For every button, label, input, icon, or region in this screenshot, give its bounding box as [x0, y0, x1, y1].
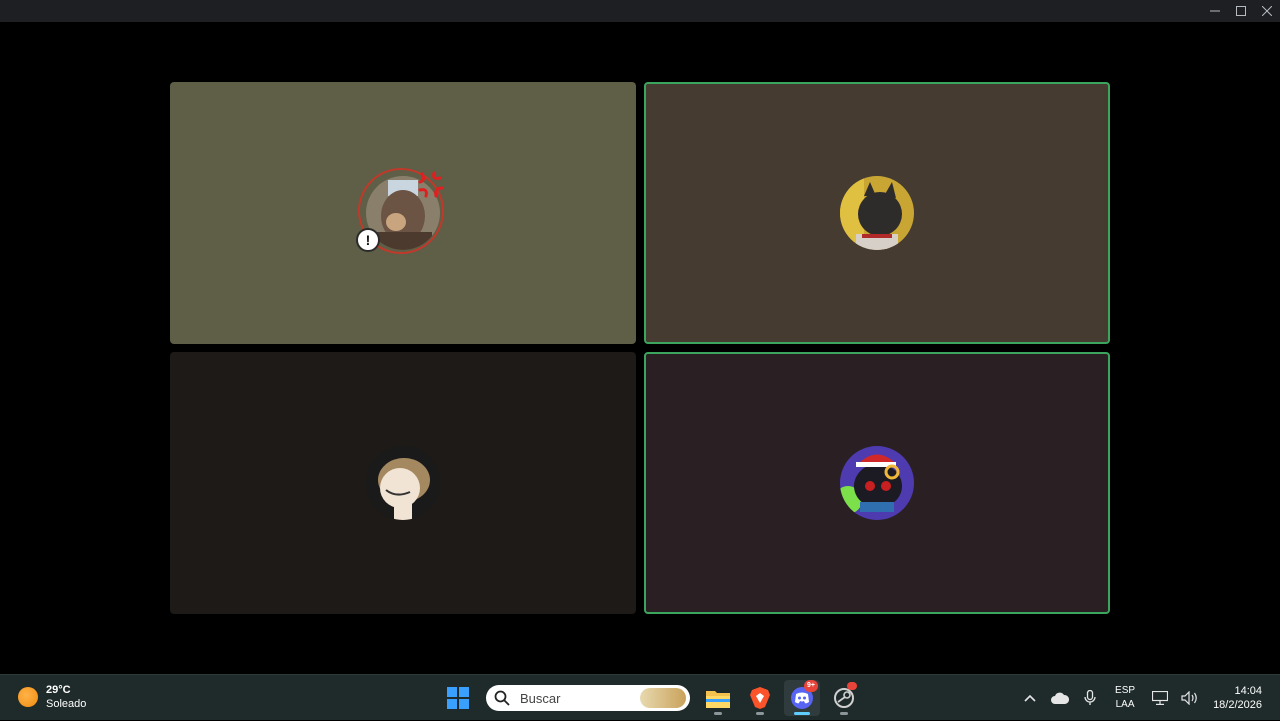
weather-widget[interactable]: 29°C Soleado	[18, 683, 86, 711]
notification-dot	[847, 682, 857, 690]
participant-avatar-4[interactable]	[840, 446, 914, 520]
clock-time: 14:04	[1234, 685, 1262, 697]
participant-tile-2[interactable]	[644, 82, 1110, 344]
running-indicator	[794, 712, 810, 715]
voice-call-grid: !	[0, 22, 1280, 674]
taskbar: 29°C Soleado Buscar 9+ ESP LAA 14:04 18/…	[0, 674, 1280, 720]
taskbar-apps: 9+	[440, 680, 862, 716]
minimize-button[interactable]	[1202, 0, 1228, 22]
title-bar	[0, 0, 1280, 22]
warning-badge-icon: !	[356, 228, 380, 252]
microphone-icon	[1084, 690, 1096, 705]
input-language-indicator[interactable]: ESP LAA	[1105, 684, 1145, 712]
onedrive-button[interactable]	[1045, 675, 1075, 721]
weather-condition: Soleado	[46, 698, 87, 710]
cloud-icon	[1051, 692, 1070, 704]
clock-date: 18/2/2026	[1213, 699, 1262, 711]
participant-avatar-1[interactable]: !	[356, 168, 444, 254]
notification-badge: 9+	[804, 680, 818, 692]
network-icon	[1152, 691, 1169, 705]
microphone-button[interactable]	[1075, 675, 1105, 721]
sun-icon	[18, 687, 38, 707]
search-highlight-image	[640, 688, 686, 708]
language-code: ESP	[1115, 685, 1136, 696]
weather-temperature: 29°C	[46, 684, 71, 696]
maximize-icon	[1236, 6, 1246, 16]
system-tray: ESP LAA 14:04 18/2/2026	[1015, 675, 1280, 721]
brave-browser-button[interactable]	[742, 680, 778, 716]
close-icon	[1262, 6, 1272, 16]
participant-tile-3[interactable]	[170, 352, 636, 614]
keyboard-layout-code: LAA	[1115, 699, 1135, 710]
network-button[interactable]	[1145, 675, 1175, 721]
search-icon	[494, 690, 510, 706]
taskbar-search[interactable]	[486, 685, 690, 711]
minimize-icon	[1210, 10, 1220, 12]
weather-text: 29°C Soleado	[46, 683, 86, 711]
maximize-button[interactable]	[1228, 0, 1254, 22]
anger-emoji-icon	[418, 171, 444, 198]
windows-start-icon	[447, 687, 469, 709]
avatar-image	[840, 446, 914, 520]
participant-avatar-2[interactable]	[840, 176, 914, 250]
avatar-image	[840, 176, 914, 250]
search-input[interactable]	[518, 689, 632, 707]
avatar-image	[366, 446, 440, 520]
participant-tile-4[interactable]	[644, 352, 1110, 614]
show-hidden-icons-button[interactable]	[1015, 675, 1045, 721]
window-controls	[1202, 0, 1280, 22]
participant-avatar-3[interactable]	[366, 446, 440, 520]
brave-browser-icon	[750, 687, 770, 709]
volume-button[interactable]	[1175, 675, 1205, 721]
participant-tile-1[interactable]: !	[170, 82, 636, 344]
clock[interactable]: 14:04 18/2/2026	[1205, 684, 1280, 712]
chevron-up-icon	[1024, 694, 1036, 702]
speaker-icon	[1181, 691, 1197, 705]
close-button[interactable]	[1254, 0, 1280, 22]
steam-button[interactable]	[826, 680, 862, 716]
running-indicator	[756, 712, 764, 715]
start-button[interactable]	[440, 680, 476, 716]
running-indicator	[840, 712, 848, 715]
running-indicator	[714, 712, 722, 715]
discord-button[interactable]: 9+	[784, 680, 820, 716]
file-explorer-button[interactable]	[700, 680, 736, 716]
steam-icon	[834, 688, 854, 708]
file-explorer-icon	[706, 691, 730, 708]
